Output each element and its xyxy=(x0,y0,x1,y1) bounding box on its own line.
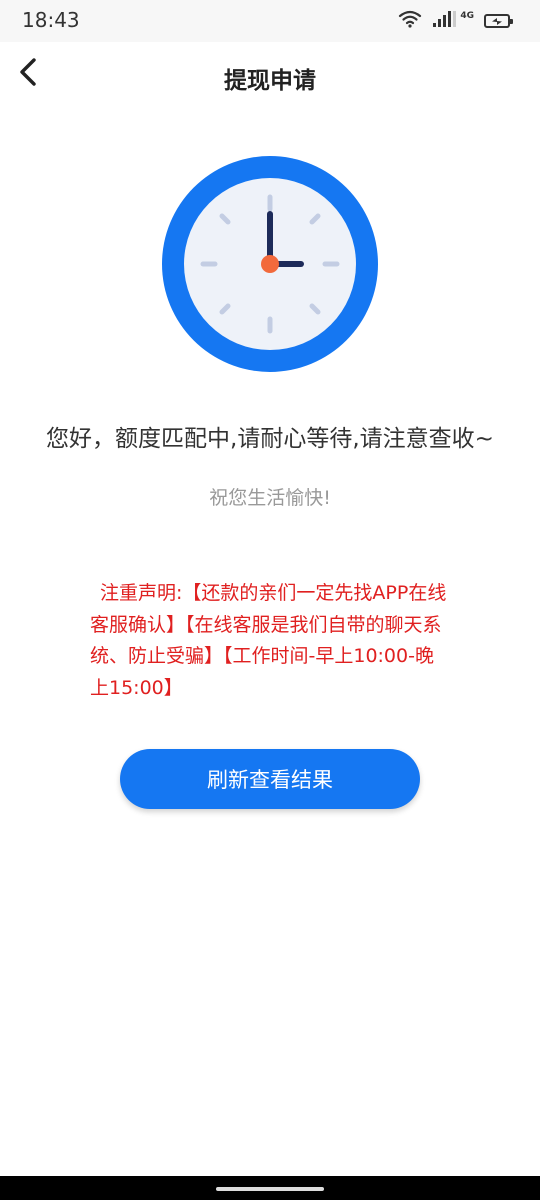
notice-text: 注重声明:【还款的亲们一定先找APP在线客服确认】【在线客服是我们自带的聊天系统… xyxy=(90,582,447,699)
refresh-result-button[interactable]: 刷新查看结果 xyxy=(120,749,420,809)
main-message: 您好，额度匹配中,请耐心等待,请注意查收~ xyxy=(46,426,494,452)
navigation-bar xyxy=(0,1176,540,1200)
wifi-icon xyxy=(398,10,422,32)
battery-charging-icon xyxy=(484,14,513,28)
network-type-label: 4G xyxy=(460,11,474,21)
nav-bar: 提现申请 xyxy=(0,42,540,108)
clock-icon xyxy=(162,156,378,372)
status-bar: 18:43 4G xyxy=(0,0,540,42)
page-title: 提现申请 xyxy=(224,68,316,94)
home-indicator[interactable] xyxy=(216,1187,324,1191)
status-icons: 4G xyxy=(398,9,513,33)
signal-icon xyxy=(432,9,458,33)
sub-message: 祝您生活愉快! xyxy=(209,487,331,509)
status-time: 18:43 xyxy=(22,8,80,32)
